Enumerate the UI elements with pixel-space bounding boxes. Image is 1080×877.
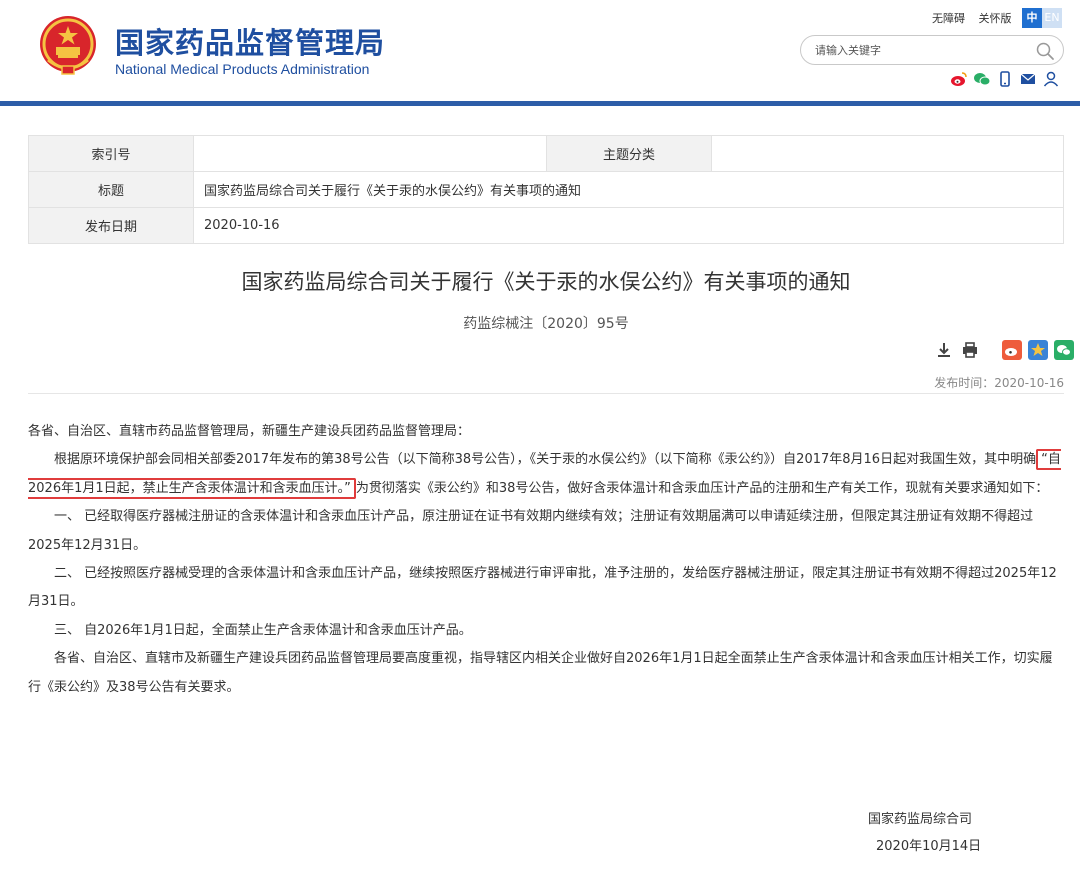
lang-cn-button[interactable]: 中	[1022, 8, 1042, 28]
site-name-en[interactable]: National Medical Products Administration	[115, 61, 369, 77]
article-title: 国家药监局综合司关于履行《关于汞的水俣公约》有关事项的通知	[241, 270, 851, 294]
download-icon[interactable]	[934, 340, 954, 360]
date-value: 2020-10-16	[193, 207, 1064, 244]
wechat-icon[interactable]	[973, 70, 991, 88]
search-box	[800, 35, 1064, 65]
doc-number: 药监综械注〔2020〕95号	[463, 316, 629, 332]
site-header: 国家药品监督管理局 National Medical Products Admi…	[0, 0, 1080, 100]
search-icon[interactable]	[1035, 41, 1055, 61]
social-icons	[950, 70, 1060, 88]
item-2: 二、 已经按照医疗器械受理的含汞体温计和含汞血压计产品，继续按照医疗器械进行审评…	[28, 566, 1057, 610]
category-value	[711, 135, 1064, 172]
share-favorite-icon[interactable]	[1028, 340, 1048, 360]
closing-paragraph: 各省、自治区、直辖市及新疆生产建设兵团药品监督管理局要高度重视，指导辖区内相关企…	[28, 651, 1053, 695]
title-value: 国家药监局综合司关于履行《关于汞的水俣公约》有关事项的通知	[193, 171, 1064, 208]
paragraph-1-before: 根据原环境保护部会同相关部委2017年发布的第38号公告（以下简称38号公告），…	[54, 452, 1037, 468]
paragraph-1: 根据原环境保护部会同相关部委2017年发布的第38号公告（以下简称38号公告），…	[28, 446, 1064, 503]
header-divider	[0, 101, 1080, 106]
language-switch: 中 EN	[1022, 8, 1062, 28]
elderly-mode-link[interactable]: 关怀版	[979, 12, 1012, 25]
lang-en-button[interactable]: EN	[1042, 8, 1062, 28]
title-label: 标题	[28, 171, 194, 208]
user-icon[interactable]	[1042, 70, 1060, 88]
index-label: 索引号	[28, 135, 194, 172]
article-tools	[934, 340, 1074, 360]
top-links: 无障碍 关怀版	[932, 10, 1022, 26]
item-1: 一、 已经取得医疗器械注册证的含汞体温计和含汞血压计产品，原注册证在证书有效期内…	[28, 509, 1034, 553]
search-input[interactable]	[815, 41, 1025, 59]
date-label: 发布日期	[28, 207, 194, 244]
accessibility-link[interactable]: 无障碍	[932, 12, 965, 25]
signature-date: 2020年10月14日	[876, 839, 982, 854]
publish-time: 发布时间：2020-10-16	[934, 376, 1064, 390]
weibo-icon[interactable]	[950, 70, 968, 88]
index-value	[193, 135, 547, 172]
item-3: 三、 自2026年1月1日起，全面禁止生产含汞体温计和含汞血压计产品。	[54, 622, 472, 638]
mobile-icon[interactable]	[996, 70, 1014, 88]
content-divider	[28, 393, 1064, 394]
category-label: 主题分类	[546, 135, 712, 172]
site-name-cn[interactable]: 国家药品监督管理局	[115, 20, 385, 62]
greeting: 各省、自治区、直辖市药品监督管理局，新疆生产建设兵团药品监督管理局：	[28, 424, 471, 439]
share-wechat-icon[interactable]	[1054, 340, 1074, 360]
article-body: 各省、自治区、直辖市药品监督管理局，新疆生产建设兵团药品监督管理局： 根据原环境…	[28, 418, 1064, 702]
paragraph-1-after: 为贯彻落实《汞公约》和38号公告，做好含汞体温计和含汞血压计产品的注册和生产有关…	[355, 480, 1049, 496]
share-weibo-icon[interactable]	[1002, 340, 1022, 360]
mail-icon[interactable]	[1019, 70, 1037, 88]
signature-org: 国家药监局综合司	[868, 812, 973, 827]
print-icon[interactable]	[960, 340, 980, 360]
national-emblem-icon	[40, 16, 96, 75]
info-table: 索引号 主题分类 标题 国家药监局综合司关于履行《关于汞的水俣公约》有关事项的通…	[28, 135, 1064, 244]
